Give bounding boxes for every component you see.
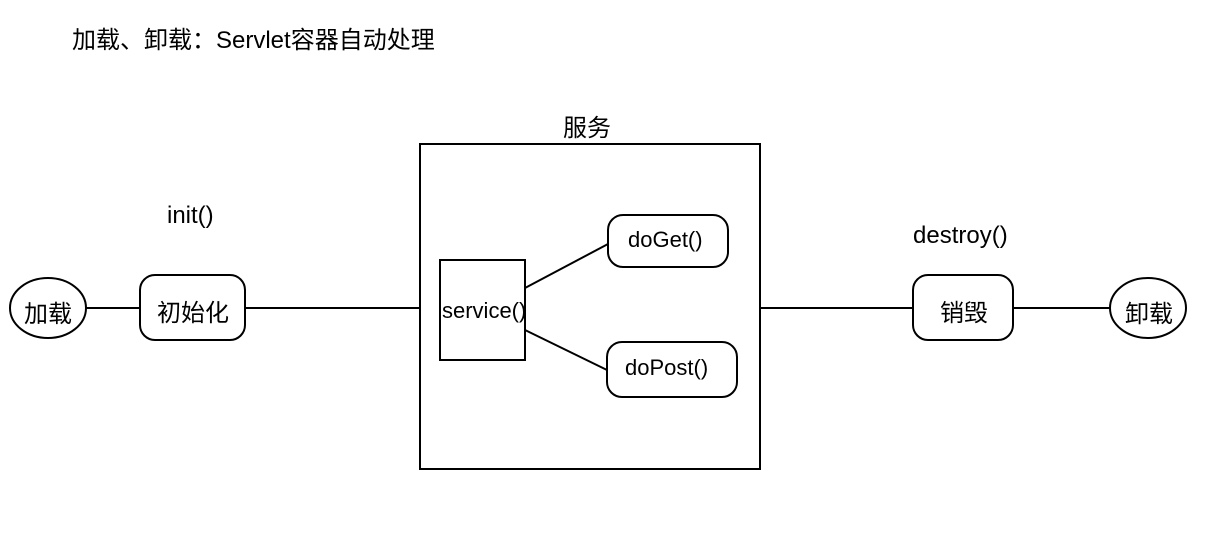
diagram-title: 加载、卸载：Servlet容器自动处理 [72, 20, 435, 55]
destroy-method-label: destroy() [913, 222, 1008, 250]
edge-service-doget [525, 244, 608, 288]
node-service-title: 服务 [563, 108, 611, 143]
node-service-label: service() [442, 298, 526, 324]
init-method-label: init() [167, 202, 214, 230]
diagram-canvas: 加载、卸载：Servlet容器自动处理 加载 init() 初始化 服务 ser… [0, 0, 1207, 552]
node-destroy-label: 销毁 [940, 293, 988, 328]
diagram-svg [0, 0, 1207, 552]
node-init-label: 初始化 [157, 293, 229, 328]
node-load-label: 加载 [24, 294, 72, 329]
node-dopost-label: doPost() [625, 355, 708, 381]
edge-service-dopost [525, 330, 607, 370]
node-doget-label: doGet() [628, 227, 703, 253]
node-unload-label: 卸载 [1125, 294, 1173, 329]
